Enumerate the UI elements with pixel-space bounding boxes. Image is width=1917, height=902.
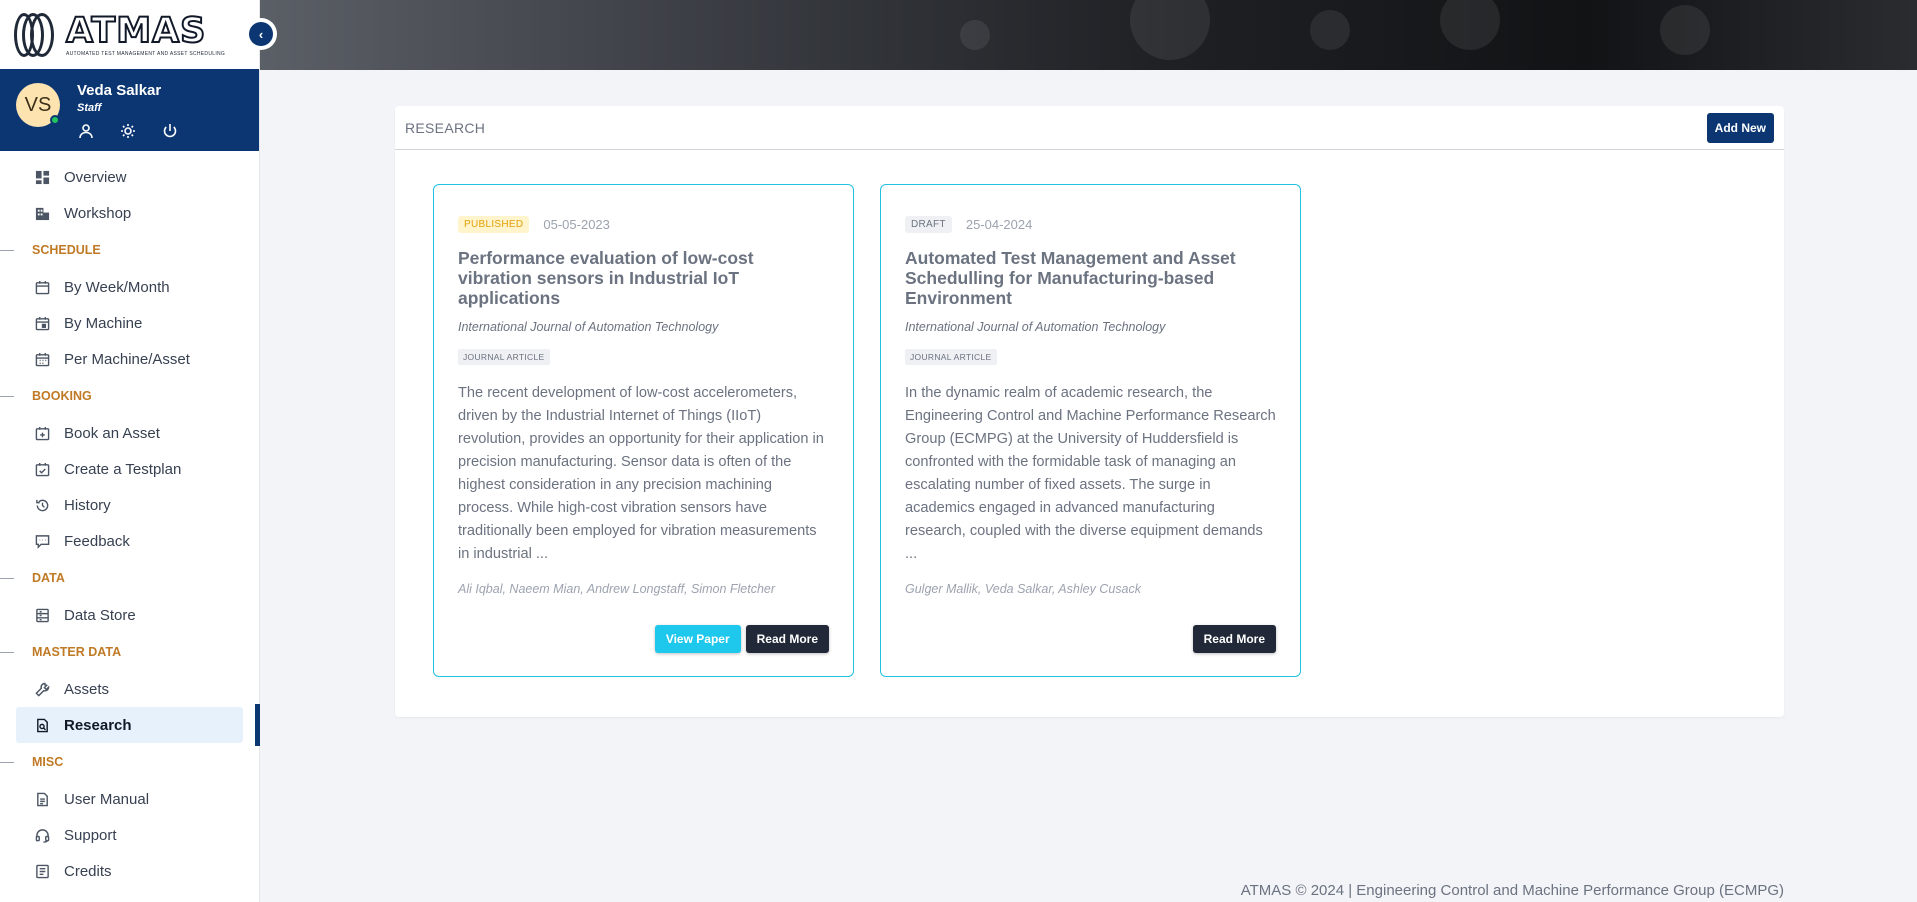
- sidebar-item-data-store[interactable]: Data Store: [0, 597, 259, 633]
- building-icon: [34, 205, 50, 221]
- sidebar-item-label: Assets: [64, 680, 110, 698]
- calendar-grid-icon: [34, 351, 50, 367]
- sidebar-item-label: Support: [64, 826, 117, 844]
- sidebar-item-by-week-month[interactable]: By Week/Month: [0, 269, 259, 305]
- sidebar: ATMAS AUTOMATED TEST MANAGEMENT AND ASSE…: [0, 0, 260, 902]
- brand-logo[interactable]: ATMAS AUTOMATED TEST MANAGEMENT AND ASSE…: [0, 0, 259, 69]
- avatar-initials: VS: [24, 93, 52, 116]
- section-booking: BOOKING: [0, 377, 259, 415]
- section-master-data: MASTER DATA: [0, 633, 259, 671]
- paper-date: 25-04-2024: [965, 217, 1033, 232]
- calendar-day-icon: [34, 315, 50, 331]
- sidebar-item-user-manual[interactable]: User Manual: [0, 781, 259, 817]
- document-icon: [34, 791, 50, 807]
- read-more-button[interactable]: Read More: [745, 625, 829, 653]
- user-role: Staff: [77, 102, 102, 114]
- paper-type-badge: JOURNAL ARTICLE: [905, 349, 997, 365]
- sidebar-item-label: By Machine: [64, 314, 143, 332]
- add-new-button[interactable]: Add New: [1706, 112, 1774, 143]
- sidebar-item-book-asset[interactable]: Book an Asset: [0, 415, 259, 451]
- brand-name: ATMAS: [65, 10, 207, 51]
- paper-card: PUBLISHED 05-05-2023 Performance evaluat…: [433, 184, 854, 677]
- sidebar-item-per-machine-asset[interactable]: Per Machine/Asset: [0, 341, 259, 377]
- sidebar-item-overview[interactable]: Overview: [0, 159, 259, 195]
- user-panel: VS Veda Salkar Staff: [0, 69, 259, 151]
- sidebar-item-label: Per Machine/Asset: [64, 350, 190, 368]
- sidebar-item-label: Feedback: [64, 532, 130, 550]
- sidebar-item-label: Research: [64, 716, 132, 734]
- sidebar-item-label: By Week/Month: [64, 278, 170, 296]
- section-data: DATA: [0, 559, 259, 597]
- sidebar-item-create-testplan[interactable]: Create a Testplan: [0, 451, 259, 487]
- paper-card: DRAFT 25-04-2024 Automated Test Manageme…: [880, 184, 1301, 677]
- page-title: RESEARCH: [405, 119, 486, 136]
- status-badge: PUBLISHED: [458, 216, 530, 233]
- credits-icon: [34, 863, 50, 879]
- wrench-icon: [34, 681, 50, 697]
- paper-title: Performance evaluation of low-cost vibra…: [458, 248, 754, 308]
- calendar-icon: [34, 279, 50, 295]
- paper-type-badge: JOURNAL ARTICLE: [458, 349, 550, 365]
- user-name: Veda Salkar: [77, 82, 162, 99]
- paper-authors: Ali Iqbal, Naeem Mian, Andrew Longstaff,…: [458, 582, 776, 596]
- sidebar-item-label: User Manual: [64, 790, 150, 808]
- section-misc: MISC: [0, 743, 259, 781]
- brand-tagline: AUTOMATED TEST MANAGEMENT AND ASSET SCHE…: [66, 50, 226, 57]
- calendar-check-icon: [34, 461, 50, 477]
- sidebar-item-support[interactable]: Support: [0, 817, 259, 853]
- footer-text: ATMAS © 2024 | Engineering Control and M…: [1240, 882, 1784, 899]
- view-paper-button[interactable]: View Paper: [654, 625, 741, 653]
- profile-icon[interactable]: [77, 123, 95, 144]
- sidebar-item-research[interactable]: Research: [16, 704, 260, 746]
- sidebar-item-label: Overview: [64, 168, 127, 186]
- online-status-dot: [50, 115, 60, 125]
- feedback-icon: [34, 533, 50, 549]
- sidebar-item-workshop[interactable]: Workshop: [0, 195, 259, 231]
- paper-abstract: The recent development of low-cost accel…: [458, 385, 824, 562]
- read-more-button[interactable]: Read More: [1192, 625, 1276, 653]
- power-icon[interactable]: [161, 123, 179, 144]
- sidebar-item-assets[interactable]: Assets: [0, 671, 259, 707]
- database-icon: [34, 607, 50, 623]
- header-banner: [260, 0, 1917, 70]
- calendar-plus-icon: [34, 425, 50, 441]
- paper-date: 05-05-2023: [543, 217, 610, 232]
- avatar[interactable]: VS: [16, 83, 60, 127]
- paper-authors: Gulger Mallik, Veda Salkar, Ashley Cusac…: [905, 582, 1141, 596]
- sidebar-collapse-button[interactable]: ‹: [245, 18, 277, 50]
- sidebar-item-credits[interactable]: Credits: [0, 853, 259, 889]
- sidebar-item-label: History: [64, 496, 111, 514]
- paper-title: Automated Test Management and Asset Sche…: [905, 248, 1236, 308]
- research-file-icon: [34, 717, 50, 733]
- sidebar-item-label: Credits: [64, 862, 112, 880]
- section-schedule: SCHEDULE: [0, 231, 259, 269]
- sidebar-nav: Overview Workshop SCHEDULE By Week/Month…: [0, 151, 260, 889]
- sidebar-item-feedback[interactable]: Feedback: [0, 523, 259, 559]
- paper-journal: International Journal of Automation Tech…: [905, 320, 1166, 334]
- paper-abstract: In the dynamic realm of academic researc…: [905, 385, 1276, 562]
- sidebar-item-label: Book an Asset: [64, 424, 160, 442]
- chevron-left-icon: ‹: [249, 22, 273, 46]
- history-icon: [34, 497, 50, 513]
- sidebar-item-label: Data Store: [64, 606, 136, 624]
- dashboard-icon: [34, 169, 50, 185]
- status-badge: DRAFT: [905, 216, 952, 233]
- sidebar-item-history[interactable]: History: [0, 487, 259, 523]
- paper-journal: International Journal of Automation Tech…: [458, 320, 719, 334]
- headset-icon: [34, 827, 50, 843]
- atmas-logo-icon: [14, 10, 60, 60]
- sidebar-item-by-machine[interactable]: By Machine: [0, 305, 259, 341]
- theme-toggle-icon[interactable]: [119, 123, 137, 144]
- sidebar-item-label: Create a Testplan: [64, 460, 182, 478]
- sidebar-item-label: Workshop: [64, 204, 132, 222]
